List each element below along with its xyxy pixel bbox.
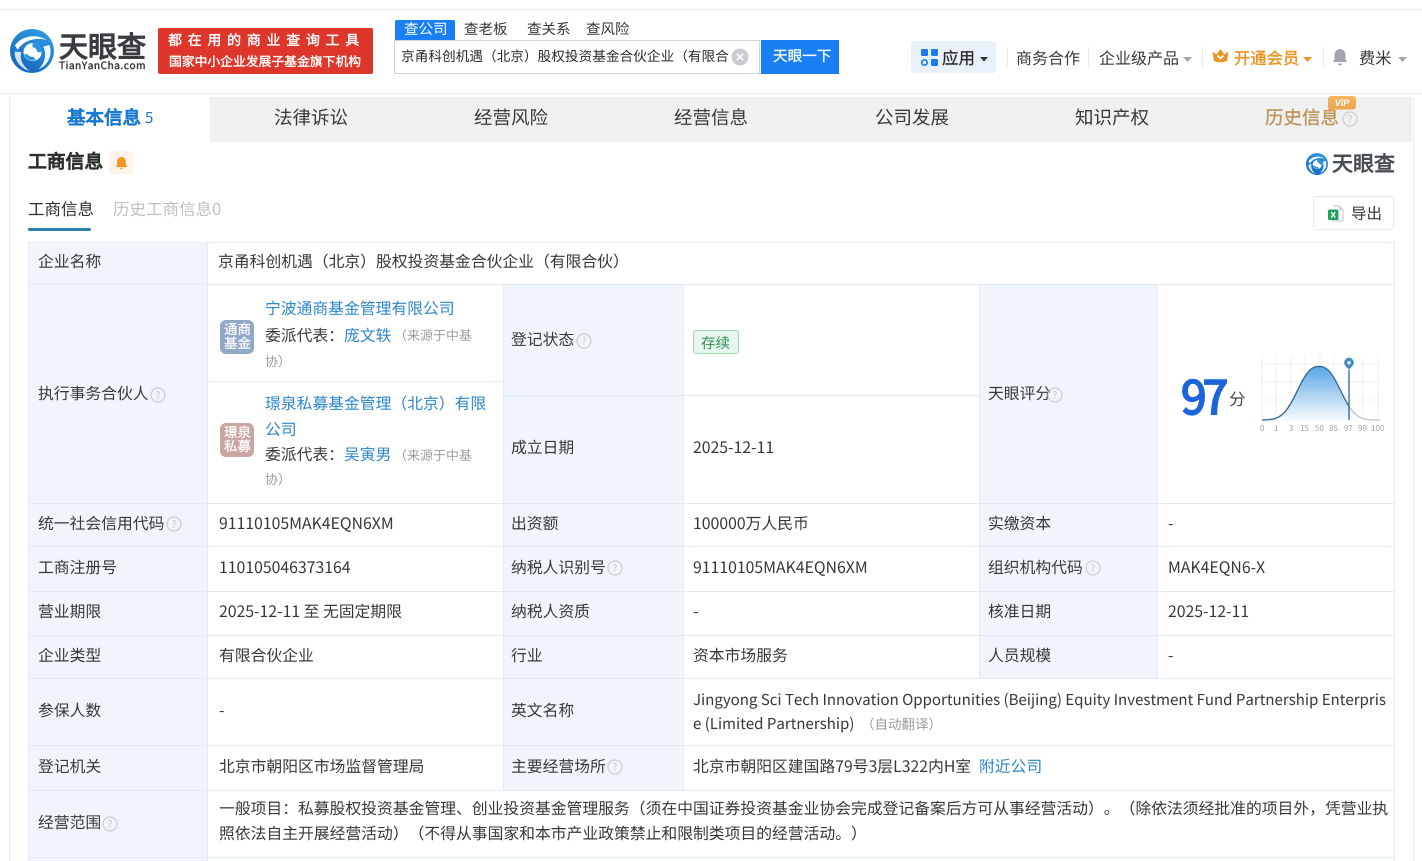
svg-text:VIP: VIP: [1335, 98, 1351, 108]
